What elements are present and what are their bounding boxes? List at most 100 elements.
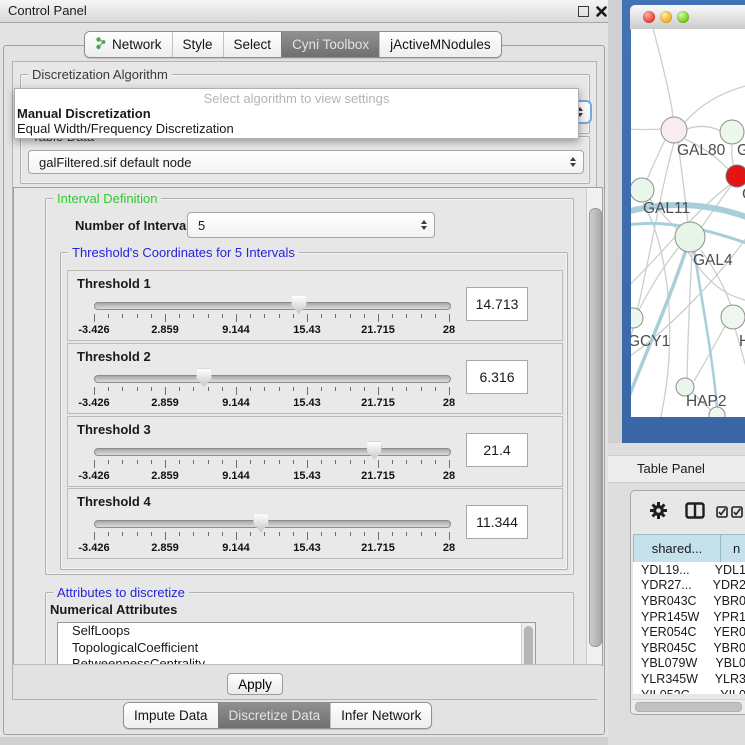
- table-row[interactable]: YDL19...YDL1: [633, 562, 745, 578]
- tick-mark: [293, 460, 294, 464]
- table-row[interactable]: YLR345WYLR3: [633, 671, 745, 687]
- node-gcy1[interactable]: [631, 308, 643, 328]
- tick-mark: [421, 387, 422, 391]
- threshold-slider[interactable]: -3.4262.8599.14415.4321.71528: [94, 370, 449, 408]
- tab-label: Cyni Toolbox: [292, 37, 369, 52]
- table-row[interactable]: YBR043CYBR0: [633, 593, 745, 609]
- tab-jactivemnodules[interactable]: jActiveMNodules: [379, 32, 501, 57]
- threshold-row: Threshold 4 -3.4262.8599.14415.4321.71528…: [67, 488, 563, 559]
- group-title-discretization: Discretization Algorithm: [28, 67, 172, 82]
- slider-thumb[interactable]: [291, 296, 306, 314]
- tick-label: 2.859: [151, 324, 179, 336]
- slider-track[interactable]: [94, 375, 451, 383]
- table-cell-name: YBR0: [713, 594, 745, 608]
- gear-icon[interactable]: [649, 501, 668, 525]
- tick-mark: [94, 532, 95, 540]
- slider-thumb[interactable]: [197, 369, 212, 387]
- node-label: GCY1: [631, 333, 670, 350]
- tab-discretize-data[interactable]: Discretize Data: [218, 703, 331, 728]
- numerical-attributes-list[interactable]: SelfLoopsTopologicalCoefficientBetweenne…: [57, 622, 536, 666]
- node-red-selected[interactable]: [726, 165, 745, 187]
- tick-mark: [179, 314, 180, 318]
- control-panel-titlebar[interactable]: Control Panel: [0, 0, 608, 23]
- threshold-value-field[interactable]: 11.344: [466, 505, 528, 539]
- table-cell-name: YDR2: [713, 578, 745, 592]
- apply-button[interactable]: Apply: [227, 673, 283, 695]
- node-gal4[interactable]: [675, 222, 705, 252]
- tick-mark: [406, 314, 407, 318]
- float-window-icon[interactable]: [578, 6, 589, 17]
- horizontal-scrollbar[interactable]: [631, 699, 745, 713]
- tick-mark: [165, 314, 166, 322]
- threshold-slider[interactable]: -3.4262.8599.14415.4321.71528: [94, 297, 449, 335]
- network-canvas[interactable]: GAL80 G C GAL11 GAL4 GCY1 H HAP2: [631, 29, 745, 417]
- node-gal80[interactable]: [661, 117, 687, 143]
- table-row[interactable]: YDR27...YDR2: [633, 578, 745, 594]
- table-column-header-name[interactable]: n: [720, 534, 745, 563]
- threshold-slider[interactable]: -3.4262.8599.14415.4321.71528: [94, 443, 449, 481]
- split-table-icon[interactable]: [685, 502, 705, 524]
- threshold-value-field[interactable]: 14.713: [466, 287, 528, 321]
- tick-mark: [378, 532, 379, 540]
- list-scrollbar[interactable]: [521, 623, 535, 666]
- slider-thumb[interactable]: [367, 442, 382, 460]
- node-top-right[interactable]: [720, 120, 744, 144]
- threshold-label: Threshold 4: [77, 494, 151, 509]
- popup-item-manual-discretization[interactable]: Manual Discretization: [17, 106, 151, 121]
- tab-network[interactable]: Network: [85, 32, 172, 57]
- num-intervals-combobox[interactable]: 5: [187, 212, 435, 238]
- tick-label: 21.715: [361, 542, 395, 554]
- table-cell-shared-name: YDL19...: [633, 563, 715, 577]
- popup-item-equal-width-frequency-discretization[interactable]: Equal Width/Frequency Discretization: [17, 121, 234, 136]
- tick-mark: [435, 387, 436, 391]
- horizontal-scrollbar-thumb[interactable]: [635, 702, 742, 712]
- table-row[interactable]: YBR045CYBR0: [633, 640, 745, 656]
- tick-mark: [449, 314, 450, 322]
- vertical-scrollbar[interactable]: [586, 188, 602, 665]
- slider-track[interactable]: [94, 520, 451, 528]
- slider-track[interactable]: [94, 448, 451, 456]
- tick-mark: [392, 314, 393, 318]
- node-gal11[interactable]: [631, 178, 654, 202]
- tick-mark: [208, 532, 209, 536]
- tick-mark: [392, 387, 393, 391]
- tab-infer-network[interactable]: Infer Network: [330, 703, 431, 728]
- close-traffic-light-icon[interactable]: [643, 11, 655, 23]
- table-row[interactable]: YER054CYER0: [633, 624, 745, 640]
- table-panel-titlebar[interactable]: Table Panel: [608, 455, 745, 483]
- tab-cyni-toolbox[interactable]: Cyni Toolbox: [281, 32, 379, 57]
- threshold-slider[interactable]: -3.4262.8599.14415.4321.71528: [94, 515, 449, 553]
- tick-mark: [307, 387, 308, 395]
- network-window-titlebar[interactable]: [630, 5, 745, 30]
- tick-mark: [449, 532, 450, 540]
- table-data-combobox[interactable]: galFiltered.sif default node: [28, 150, 584, 174]
- node-right[interactable]: [721, 305, 745, 329]
- close-icon[interactable]: [595, 5, 608, 18]
- checkbox-checked-icon[interactable]: [716, 505, 728, 523]
- threshold-value-field[interactable]: 6.316: [466, 360, 528, 394]
- vertical-scrollbar-thumb[interactable]: [589, 208, 602, 647]
- tick-mark: [193, 314, 194, 318]
- slider-track[interactable]: [94, 302, 451, 310]
- checkbox-checked-icon[interactable]: [731, 505, 743, 523]
- slider-thumb[interactable]: [253, 514, 268, 532]
- tab-style[interactable]: Style: [172, 32, 223, 57]
- tab-select[interactable]: Select: [223, 32, 282, 57]
- tick-mark: [350, 460, 351, 464]
- minimize-traffic-light-icon[interactable]: [660, 11, 672, 23]
- table-cell-name: YDL1: [715, 563, 745, 577]
- zoom-traffic-light-icon[interactable]: [677, 11, 689, 23]
- screenshot-stage: Control Panel NetworkStyleSelect Cyni Too…: [0, 0, 745, 745]
- column-header-label: shared...: [652, 541, 703, 556]
- table-row[interactable]: YBL079WYBL0: [633, 656, 745, 672]
- tick-label: 21.715: [361, 397, 395, 409]
- list-scrollbar-thumb[interactable]: [524, 626, 533, 666]
- list-item[interactable]: TopologicalCoefficient: [58, 640, 535, 657]
- tab-impute-data[interactable]: Impute Data: [124, 703, 218, 728]
- list-item[interactable]: SelfLoops: [58, 623, 535, 640]
- table-row[interactable]: YIL052CYIL0: [633, 687, 745, 694]
- table-row[interactable]: YPR145WYPR1: [633, 609, 745, 625]
- table-column-header-shared[interactable]: shared...: [633, 534, 721, 563]
- numerical-attributes-label: Numerical Attributes: [50, 602, 177, 617]
- threshold-value-field[interactable]: 21.4: [466, 433, 528, 467]
